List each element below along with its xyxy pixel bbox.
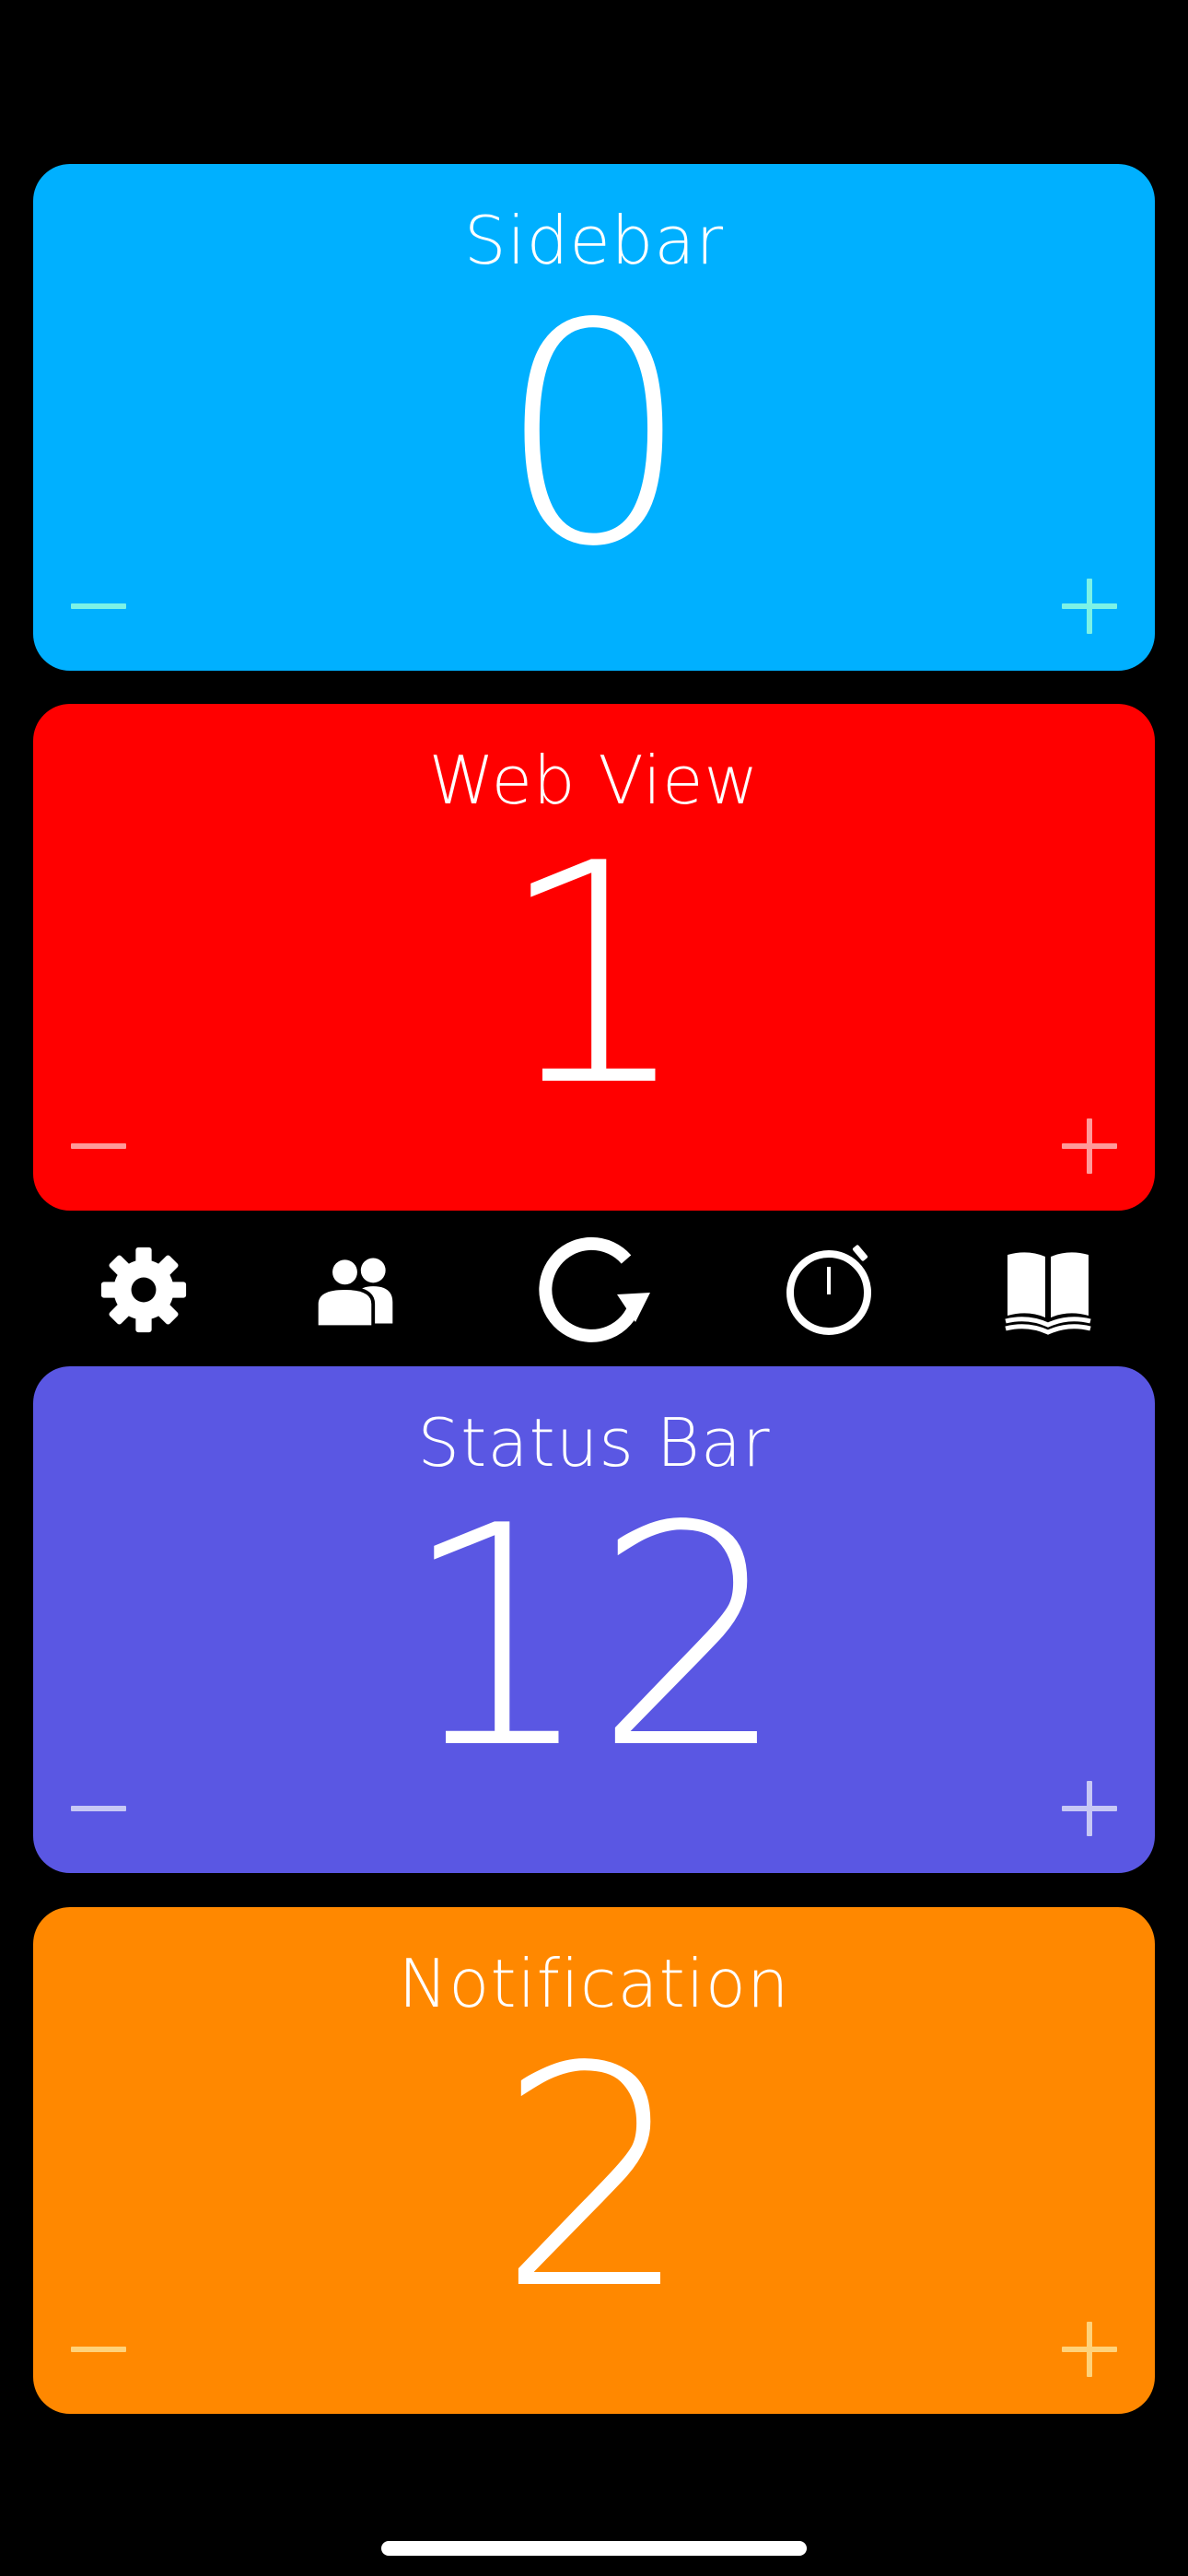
toolbar — [33, 1225, 1155, 1354]
counter-value[interactable]: 0 — [33, 284, 1155, 588]
reset-button[interactable] — [530, 1225, 658, 1354]
rules-button[interactable] — [984, 1225, 1112, 1354]
plus-icon — [1062, 1781, 1117, 1836]
players-button[interactable] — [291, 1225, 420, 1354]
people-icon — [314, 1256, 393, 1329]
counter-card-web-view[interactable]: Web View 1 — [33, 704, 1155, 1211]
timer-button[interactable] — [767, 1225, 896, 1354]
counter-value[interactable]: 12 — [33, 1486, 1155, 1790]
increment-button[interactable] — [1048, 1772, 1131, 1845]
minus-icon — [71, 2347, 126, 2352]
decrement-button[interactable] — [57, 1109, 140, 1183]
decrement-button[interactable] — [57, 569, 140, 643]
counter-value[interactable]: 2 — [33, 2027, 1155, 2331]
minus-icon — [71, 603, 126, 609]
increment-button[interactable] — [1048, 569, 1131, 643]
counter-card-notification[interactable]: Notification 2 — [33, 1907, 1155, 2414]
settings-button[interactable] — [79, 1225, 208, 1354]
minus-icon — [71, 1806, 126, 1811]
decrement-button[interactable] — [57, 1772, 140, 1845]
counter-card-status-bar[interactable]: Status Bar 12 — [33, 1366, 1155, 1873]
book-icon — [1005, 1252, 1091, 1335]
increment-button[interactable] — [1048, 1109, 1131, 1183]
gear-icon — [100, 1247, 187, 1333]
minus-icon — [71, 1143, 126, 1149]
stopwatch-icon — [786, 1245, 871, 1335]
increment-button[interactable] — [1048, 2313, 1131, 2386]
reset-icon — [539, 1236, 650, 1342]
home-indicator[interactable] — [381, 2541, 807, 2556]
decrement-button[interactable] — [57, 2313, 140, 2386]
plus-icon — [1062, 2322, 1117, 2377]
plus-icon — [1062, 1118, 1117, 1174]
counter-value[interactable]: 1 — [33, 824, 1155, 1128]
plus-icon — [1062, 579, 1117, 634]
counter-card-sidebar[interactable]: Sidebar 0 — [33, 164, 1155, 671]
